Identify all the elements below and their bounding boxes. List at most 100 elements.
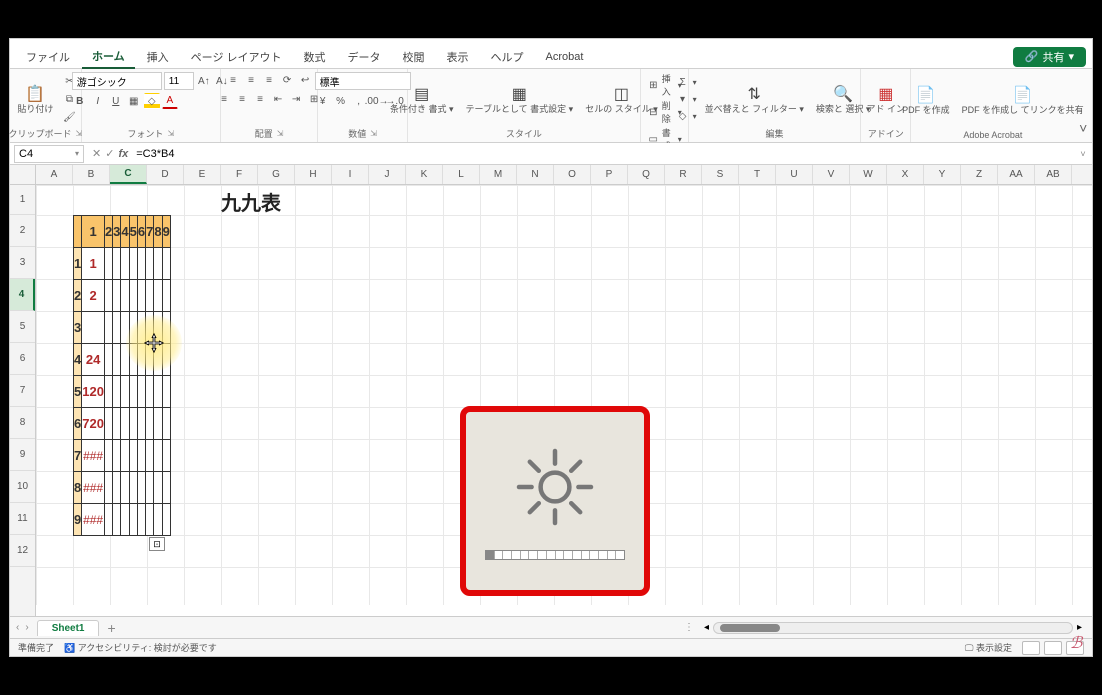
table-cell[interactable] xyxy=(146,408,154,440)
table-cell[interactable] xyxy=(146,472,154,504)
column-header[interactable]: E xyxy=(184,165,221,184)
tab-review[interactable]: 校閲 xyxy=(393,46,435,68)
table-cell[interactable]: 120 xyxy=(82,376,105,408)
format-as-table-button[interactable]: ▦テーブルとして 書式設定 ▾ xyxy=(461,75,577,123)
italic-button[interactable]: I xyxy=(90,93,106,109)
sheet-tab[interactable]: Sheet1 xyxy=(37,620,100,636)
align-right-button[interactable]: ≡ xyxy=(252,91,268,107)
bold-button[interactable]: B xyxy=(72,93,88,109)
table-cell[interactable] xyxy=(146,376,154,408)
table-cell[interactable] xyxy=(162,280,170,312)
table-col-header[interactable]: 2 xyxy=(104,216,112,248)
table-cell[interactable] xyxy=(113,504,121,536)
table-cell[interactable] xyxy=(104,344,112,376)
table-col-header[interactable]: 5 xyxy=(129,216,137,248)
tab-insert[interactable]: 挿入 xyxy=(137,46,179,68)
accessibility-status[interactable]: ♿ アクセシビリティ: 検討が必要です xyxy=(64,641,217,654)
select-all-corner[interactable] xyxy=(10,165,36,185)
table-cell[interactable] xyxy=(146,280,154,312)
table-cell[interactable] xyxy=(162,440,170,472)
name-box[interactable]: C4 ▾ xyxy=(14,145,84,163)
table-cell[interactable] xyxy=(104,440,112,472)
percent-button[interactable]: % xyxy=(333,93,349,109)
fill-color-button[interactable]: ◇ xyxy=(144,93,160,109)
table-cell[interactable] xyxy=(162,408,170,440)
table-cell[interactable] xyxy=(121,504,129,536)
table-cell[interactable] xyxy=(129,376,137,408)
table-cell[interactable] xyxy=(137,376,145,408)
wrap-text-button[interactable]: ↩ xyxy=(297,72,313,88)
table-cell[interactable] xyxy=(146,248,154,280)
table-cell[interactable] xyxy=(113,376,121,408)
horizontal-scrollbar[interactable] xyxy=(713,622,1073,634)
currency-button[interactable]: ¥ xyxy=(315,93,331,109)
tab-data[interactable]: データ xyxy=(338,46,391,68)
column-header[interactable]: X xyxy=(887,165,924,184)
table-col-header[interactable]: 1 xyxy=(82,216,105,248)
table-cell[interactable] xyxy=(104,248,112,280)
column-header[interactable]: Q xyxy=(628,165,665,184)
table-cell[interactable] xyxy=(154,440,162,472)
column-header[interactable]: J xyxy=(369,165,406,184)
sort-filter-button[interactable]: ⇅並べ替えと フィルター ▾ xyxy=(701,75,808,123)
table-cell[interactable] xyxy=(137,472,145,504)
table-cell[interactable]: ### xyxy=(82,504,105,536)
fill-button[interactable]: ▾ xyxy=(675,91,691,107)
row-header[interactable]: 10 xyxy=(10,471,35,503)
table-cell[interactable] xyxy=(154,376,162,408)
table-cell[interactable] xyxy=(154,312,162,344)
tab-help[interactable]: ヘルプ xyxy=(481,46,534,68)
add-sheet-button[interactable]: + xyxy=(107,620,115,636)
row-header[interactable]: 8 xyxy=(10,407,35,439)
table-cell[interactable] xyxy=(162,312,170,344)
table-cell[interactable]: 720 xyxy=(82,408,105,440)
increase-font-button[interactable]: A↑ xyxy=(196,73,212,89)
table-cell[interactable]: 1 xyxy=(82,248,105,280)
align-left-button[interactable]: ≡ xyxy=(216,91,232,107)
table-cell[interactable] xyxy=(121,248,129,280)
table-cell[interactable] xyxy=(162,248,170,280)
align-center-button[interactable]: ≡ xyxy=(234,91,250,107)
table-cell[interactable] xyxy=(121,344,129,376)
table-cell[interactable] xyxy=(137,312,145,344)
table-cell[interactable] xyxy=(146,312,154,344)
table-cell[interactable] xyxy=(162,376,170,408)
align-bottom-button[interactable]: ≡ xyxy=(261,72,277,88)
table-cell[interactable] xyxy=(113,248,121,280)
table-cell[interactable] xyxy=(113,312,121,344)
table-cell[interactable] xyxy=(121,440,129,472)
collapse-ribbon-button[interactable]: ˅ xyxy=(1074,69,1092,142)
column-header[interactable]: F xyxy=(221,165,258,184)
share-button[interactable]: 🔗 共有 ▾ xyxy=(1013,47,1086,67)
normal-view-button[interactable] xyxy=(1022,641,1040,655)
table-cell[interactable] xyxy=(154,408,162,440)
column-header[interactable]: M xyxy=(480,165,517,184)
table-cell[interactable] xyxy=(154,472,162,504)
table-cell[interactable]: 2 xyxy=(82,280,105,312)
table-cell[interactable] xyxy=(162,344,170,376)
table-row-header[interactable]: 4 xyxy=(74,344,82,376)
table-cell[interactable] xyxy=(104,504,112,536)
table-cell[interactable] xyxy=(129,248,137,280)
table-cell[interactable] xyxy=(162,472,170,504)
table-cell[interactable] xyxy=(137,440,145,472)
table-cell[interactable] xyxy=(154,248,162,280)
table-row-header[interactable]: 6 xyxy=(74,408,82,440)
tab-formulas[interactable]: 数式 xyxy=(294,46,336,68)
table-cell[interactable] xyxy=(137,280,145,312)
table-cell[interactable] xyxy=(104,280,112,312)
row-header[interactable]: 3 xyxy=(10,247,35,279)
column-header[interactable]: S xyxy=(702,165,739,184)
indent-decrease-button[interactable]: ⇤ xyxy=(270,91,286,107)
table-cell[interactable] xyxy=(129,440,137,472)
table-cell[interactable] xyxy=(113,408,121,440)
table-cell[interactable] xyxy=(129,344,137,376)
paste-button[interactable]: 📋 貼り付け xyxy=(13,75,57,123)
column-header[interactable]: AA xyxy=(998,165,1035,184)
clear-button[interactable]: ◇ xyxy=(675,108,691,124)
row-header[interactable]: 4 xyxy=(10,279,35,311)
column-header[interactable]: C xyxy=(110,165,147,184)
conditional-formatting-button[interactable]: ▤条件付き 書式 ▾ xyxy=(386,75,458,123)
cancel-formula-button[interactable]: ✕ xyxy=(92,147,101,160)
tab-pagelayout[interactable]: ページ レイアウト xyxy=(181,46,292,68)
